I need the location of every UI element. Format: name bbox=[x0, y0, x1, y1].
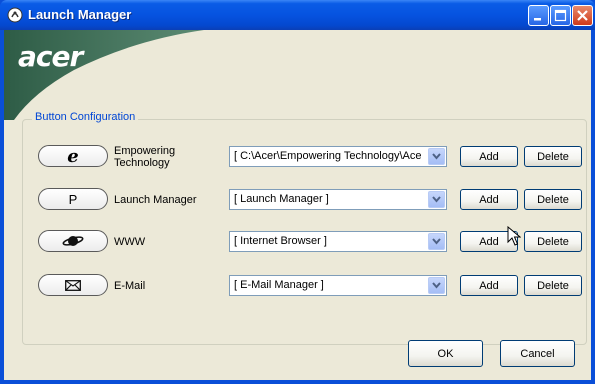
row-label-empowering: Empowering Technology bbox=[114, 145, 176, 169]
cancel-button[interactable]: Cancel bbox=[500, 340, 575, 367]
letter-p: P bbox=[68, 191, 78, 207]
www-combo[interactable]: [ Internet Browser ] bbox=[229, 231, 447, 252]
email-combo[interactable]: [ E-Mail Manager ] bbox=[229, 275, 447, 296]
email-button[interactable] bbox=[38, 274, 108, 296]
maximize-button[interactable] bbox=[550, 5, 571, 26]
row-label-email: E-Mail bbox=[114, 280, 146, 292]
acer-banner bbox=[4, 30, 204, 120]
ie-e-icon: e bbox=[67, 145, 79, 167]
group-label: Button Configuration bbox=[32, 111, 139, 123]
chevron-down-icon bbox=[432, 153, 441, 160]
add-button-launch-manager[interactable]: Add bbox=[460, 189, 518, 210]
chevron-down-icon bbox=[432, 238, 441, 245]
launch-manager-button[interactable]: P bbox=[38, 188, 108, 210]
close-icon bbox=[577, 10, 588, 21]
combo-dropdown-button[interactable] bbox=[428, 191, 445, 208]
planet-icon bbox=[62, 236, 84, 246]
app-icon bbox=[7, 7, 23, 23]
delete-button-empowering[interactable]: Delete bbox=[524, 146, 582, 167]
combo-dropdown-button[interactable] bbox=[428, 233, 445, 250]
combo-dropdown-button[interactable] bbox=[428, 277, 445, 294]
title-bar[interactable]: Launch Manager bbox=[0, 0, 595, 30]
empowering-technology-combo[interactable]: [ C:\Acer\Empowering Technology\Acer bbox=[229, 146, 447, 167]
launch-manager-combo[interactable]: [ Launch Manager ] bbox=[229, 189, 447, 210]
client-area: acer Button Configuration e Empowering T… bbox=[4, 30, 591, 380]
acer-logo: acer bbox=[18, 40, 83, 73]
combo-dropdown-button[interactable] bbox=[428, 148, 445, 165]
empowering-technology-button[interactable]: e bbox=[38, 145, 108, 167]
window-title: Launch Manager bbox=[28, 7, 132, 22]
delete-button-www[interactable]: Delete bbox=[524, 231, 582, 252]
envelope-icon bbox=[65, 279, 81, 291]
row-label-launch-manager: Launch Manager bbox=[114, 194, 197, 206]
launch-manager-window: Launch Manager acer Button Configuration bbox=[0, 0, 595, 384]
row-label-www: WWW bbox=[114, 236, 146, 248]
add-button-email[interactable]: Add bbox=[460, 275, 518, 296]
delete-button-launch-manager[interactable]: Delete bbox=[524, 189, 582, 210]
chevron-down-icon bbox=[432, 196, 441, 203]
combo-value: [ C:\Acer\Empowering Technology\Acer bbox=[234, 150, 422, 162]
combo-value: [ Internet Browser ] bbox=[234, 235, 327, 247]
add-button-empowering[interactable]: Add bbox=[460, 146, 518, 167]
chevron-down-icon bbox=[432, 282, 441, 289]
combo-value: [ Launch Manager ] bbox=[234, 193, 329, 205]
mouse-pointer-icon bbox=[507, 226, 521, 246]
combo-value: [ E-Mail Manager ] bbox=[234, 279, 324, 291]
www-button[interactable] bbox=[38, 230, 108, 252]
close-button[interactable] bbox=[572, 5, 593, 26]
delete-button-email[interactable]: Delete bbox=[524, 275, 582, 296]
minimize-icon bbox=[534, 18, 541, 21]
ok-button[interactable]: OK bbox=[408, 340, 483, 367]
minimize-button[interactable] bbox=[528, 5, 549, 26]
maximize-icon bbox=[554, 9, 567, 22]
